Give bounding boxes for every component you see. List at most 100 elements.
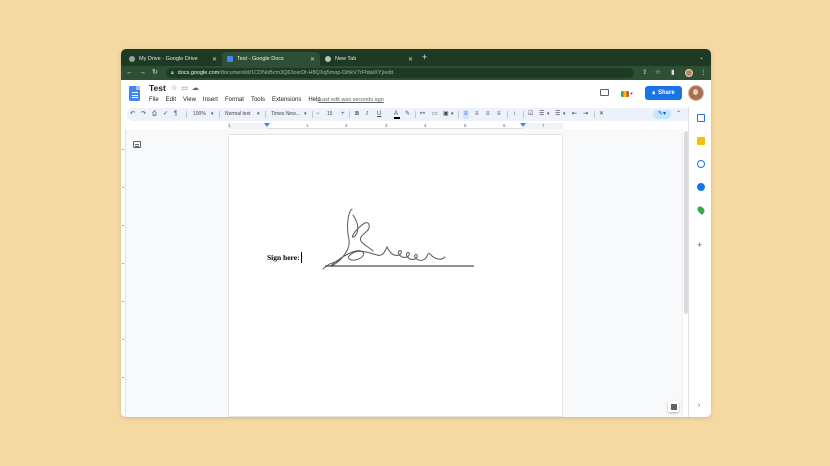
document-outline-icon[interactable] bbox=[133, 141, 141, 148]
explore-icon[interactable] bbox=[668, 401, 679, 412]
collapse-menus-icon[interactable]: ⌃ bbox=[676, 110, 681, 119]
ruler-number: 6 bbox=[503, 123, 506, 128]
comment-history-icon[interactable] bbox=[600, 89, 609, 96]
link-icon[interactable]: ⚯ bbox=[420, 110, 425, 119]
menu-file[interactable]: File bbox=[149, 97, 159, 103]
underline-button[interactable]: U bbox=[377, 110, 381, 119]
highlight-icon[interactable]: ✎ bbox=[405, 110, 410, 119]
print-icon[interactable]: ⎙ bbox=[152, 110, 157, 119]
lock-icon: 🔒︎ bbox=[171, 70, 174, 76]
increase-indent-icon[interactable]: ⇥ bbox=[583, 110, 588, 119]
zoom-select[interactable]: 100% bbox=[193, 110, 206, 119]
address-bar[interactable]: 🔒︎ docs.google.com/document/d/1CDNoBcm3Q… bbox=[166, 68, 634, 78]
vertical-ruler[interactable] bbox=[121, 129, 126, 417]
contacts-icon[interactable] bbox=[697, 183, 705, 191]
tab-close-icon[interactable]: ✕ bbox=[310, 56, 315, 63]
menu-insert[interactable]: Insert bbox=[203, 97, 218, 103]
tab-strip: My Drive - Google Drive ✕ Test - Google … bbox=[121, 49, 711, 66]
profile-avatar[interactable] bbox=[685, 69, 693, 77]
document-title[interactable]: Test bbox=[149, 83, 166, 93]
bold-button[interactable]: B bbox=[355, 110, 359, 119]
meet-icon bbox=[621, 90, 630, 97]
chevron-down-icon[interactable]: ▾ bbox=[304, 110, 307, 119]
tab-title: New Tab bbox=[335, 56, 357, 62]
move-to-folder-icon[interactable]: ▭ bbox=[181, 85, 192, 92]
italic-button[interactable]: I bbox=[366, 110, 368, 119]
new-tab-button[interactable]: + bbox=[422, 53, 427, 62]
chevron-down-icon[interactable]: ▾ bbox=[451, 110, 454, 119]
align-left-icon[interactable]: ≡ bbox=[463, 110, 469, 119]
decrease-font-size-button[interactable]: − bbox=[316, 110, 320, 119]
chevron-down-icon[interactable]: ▾ bbox=[257, 110, 260, 119]
paint-format-icon[interactable]: ¶ bbox=[174, 110, 177, 119]
formatting-toolbar: ↶ ↷ ⎙ ✓ ¶ 100% ▾ Normal text ▾ Times New… bbox=[127, 108, 692, 121]
cloud-status-icon[interactable]: ☁ bbox=[192, 85, 203, 92]
increase-font-size-button[interactable]: + bbox=[341, 110, 345, 119]
redo-icon[interactable]: ↷ bbox=[141, 110, 146, 119]
maps-icon[interactable] bbox=[696, 205, 706, 215]
bulleted-list-icon[interactable]: ☰ bbox=[539, 110, 544, 119]
sidebar-icon[interactable]: ▮ bbox=[671, 69, 675, 77]
docs-icon bbox=[227, 56, 233, 62]
url-path: /document/d/1CDNoBcm3Q63osrDt-H8QXq5mop-… bbox=[219, 70, 394, 76]
account-avatar[interactable] bbox=[688, 85, 704, 101]
checklist-icon[interactable]: ☑ bbox=[528, 110, 533, 119]
align-justify-icon[interactable]: ≡ bbox=[497, 110, 501, 119]
add-comment-icon[interactable]: ▭ bbox=[432, 110, 438, 119]
tab-new-tab[interactable]: New Tab ✕ bbox=[320, 52, 418, 66]
menu-tools[interactable]: Tools bbox=[251, 97, 265, 103]
show-side-panel-icon[interactable]: › bbox=[698, 402, 700, 409]
keep-icon[interactable] bbox=[697, 137, 705, 145]
share-page-icon[interactable]: ⇪ bbox=[642, 69, 647, 77]
decrease-indent-icon[interactable]: ⇤ bbox=[572, 110, 577, 119]
left-indent-marker[interactable] bbox=[264, 123, 270, 127]
style-select[interactable]: Normal text bbox=[225, 110, 251, 119]
calendar-icon[interactable] bbox=[697, 114, 705, 122]
star-icon[interactable]: ☆ bbox=[171, 85, 181, 92]
forward-icon[interactable]: → bbox=[139, 68, 146, 78]
ruler-number: 7 bbox=[542, 123, 545, 128]
last-edit-link[interactable]: Last edit was seconds ago bbox=[319, 97, 384, 103]
ruler-number: 5 bbox=[464, 123, 467, 128]
chrome-icon bbox=[325, 56, 331, 62]
docs-logo-icon[interactable] bbox=[129, 86, 140, 101]
scrollbar-thumb[interactable] bbox=[684, 131, 688, 314]
editing-mode-button[interactable]: ✎▾ bbox=[653, 110, 671, 119]
numbered-list-icon[interactable]: ☰ bbox=[555, 110, 560, 119]
tab-search-icon[interactable]: ⌄ bbox=[699, 54, 704, 61]
back-icon[interactable]: ← bbox=[126, 68, 133, 78]
right-indent-marker[interactable] bbox=[520, 123, 526, 127]
side-panel: + › bbox=[688, 107, 711, 417]
menu-extensions[interactable]: Extensions bbox=[272, 97, 301, 103]
meet-button[interactable]: ▾ bbox=[617, 87, 637, 100]
chevron-down-icon[interactable]: ▾ bbox=[547, 110, 550, 119]
ruler-number: 2 bbox=[345, 123, 348, 128]
line-spacing-icon[interactable]: ↕ bbox=[513, 110, 516, 119]
insert-image-icon[interactable]: ▣ bbox=[443, 110, 449, 119]
align-right-icon[interactable]: ≡ bbox=[486, 110, 490, 119]
undo-icon[interactable]: ↶ bbox=[130, 110, 135, 119]
chevron-down-icon: ▾ bbox=[630, 90, 633, 97]
clear-formatting-icon[interactable]: ✕ bbox=[599, 110, 604, 119]
menu-view[interactable]: View bbox=[183, 97, 196, 103]
font-select[interactable]: Times New... bbox=[271, 110, 300, 119]
tab-close-icon[interactable]: ✕ bbox=[408, 56, 413, 63]
bookmark-star-icon[interactable]: ☆ bbox=[655, 69, 661, 77]
browser-menu-icon[interactable]: ⋮ bbox=[700, 69, 707, 77]
reload-icon[interactable]: ↻ bbox=[152, 68, 158, 78]
menu-edit[interactable]: Edit bbox=[166, 97, 176, 103]
tasks-icon[interactable] bbox=[697, 160, 705, 168]
font-size-input[interactable]: 15 bbox=[327, 110, 333, 119]
share-button[interactable]: 🔒︎ Share bbox=[645, 86, 682, 100]
get-add-ons-button[interactable]: + bbox=[697, 241, 702, 250]
tab-title: Test - Google Docs bbox=[237, 56, 284, 62]
tab-close-icon[interactable]: ✕ bbox=[212, 56, 217, 63]
tab-test-google-docs[interactable]: Test - Google Docs ✕ bbox=[222, 52, 320, 66]
tab-my-drive[interactable]: My Drive - Google Drive ✕ bbox=[124, 52, 222, 66]
align-center-icon[interactable]: ≡ bbox=[475, 110, 479, 119]
chevron-down-icon[interactable]: ▾ bbox=[211, 110, 214, 119]
menu-format[interactable]: Format bbox=[225, 97, 244, 103]
signature-drawing bbox=[322, 208, 474, 270]
chevron-down-icon[interactable]: ▾ bbox=[563, 110, 566, 119]
spellcheck-icon[interactable]: ✓ bbox=[163, 110, 168, 119]
